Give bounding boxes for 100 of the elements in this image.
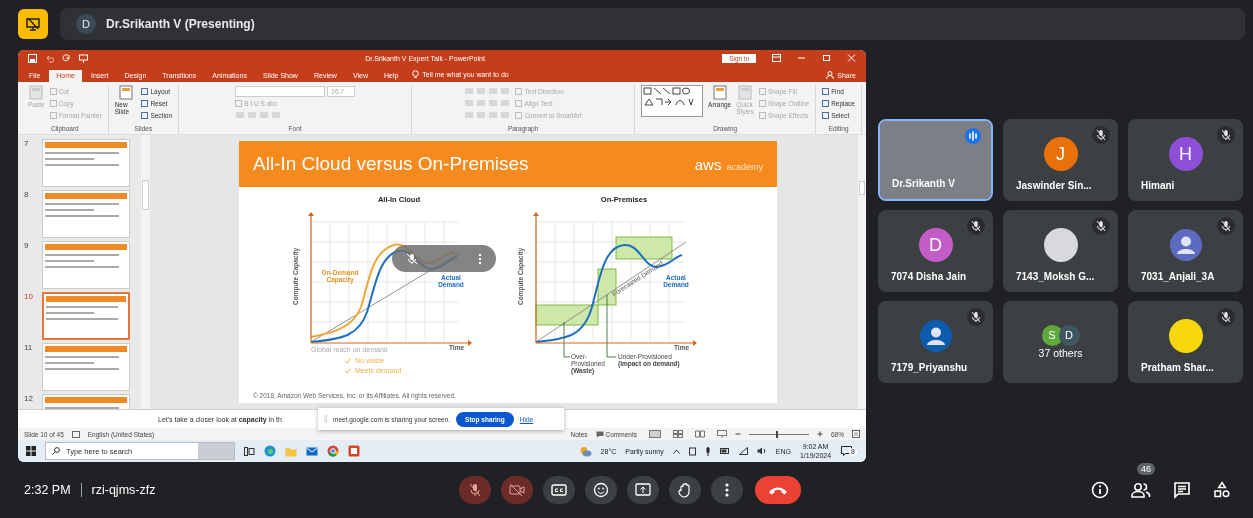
slideshow-icon[interactable] (717, 430, 727, 438)
participant-name: 7179_Priyanshu (891, 362, 968, 373)
mic-icon[interactable] (704, 446, 711, 456)
save-icon[interactable] (28, 53, 37, 63)
battery-icon[interactable] (719, 448, 730, 454)
redo-icon[interactable] (62, 53, 71, 63)
mic-off-icon (468, 483, 482, 497)
present-button[interactable] (627, 476, 659, 504)
leader-line (563, 321, 571, 358)
drag-handle-icon[interactable] (324, 415, 327, 423)
avatar: D (76, 14, 96, 34)
emoji-button[interactable] (585, 476, 617, 504)
slide-sorter-icon[interactable] (673, 430, 683, 438)
lightbulb-icon (412, 70, 420, 79)
reading-view-icon[interactable] (695, 430, 705, 438)
more-icon[interactable] (478, 252, 482, 265)
mic-off-button[interactable] (459, 476, 491, 504)
ribbon-display-icon[interactable] (772, 54, 781, 62)
mic-off-icon[interactable] (406, 252, 418, 265)
slide-thumbnail[interactable] (42, 190, 130, 238)
avatar (1043, 228, 1078, 262)
hand-icon (678, 482, 692, 498)
slide-title: All-In Cloud versus On-Premises (253, 153, 529, 175)
slide-number: 11 (24, 343, 34, 354)
shapes-gallery[interactable] (641, 85, 704, 117)
participant-tile[interactable]: 7143_Moksh G... (1003, 210, 1118, 292)
browser-icon[interactable] (264, 445, 276, 457)
square-icon (49, 87, 57, 95)
speaking-indicator-icon (965, 128, 981, 144)
emoji-icon (593, 482, 609, 498)
raise-hand-button[interactable] (669, 476, 701, 504)
more-options-button[interactable] (711, 476, 743, 504)
participant-name: 7031_Anjali_3A (1141, 271, 1215, 282)
participant-tile[interactable]: D 7074 Disha Jain (878, 210, 993, 292)
fit-to-window-icon[interactable] (852, 430, 860, 438)
square-icon (515, 111, 523, 119)
presentation-icon[interactable] (18, 9, 48, 39)
camera-off-button[interactable] (501, 476, 533, 504)
square-icon (515, 99, 523, 107)
participant-name: 7143_Moksh G... (1016, 271, 1095, 282)
participant-tile[interactable]: Pratham Shar... (1128, 301, 1243, 383)
person-icon (826, 71, 835, 79)
font-name-field[interactable] (235, 85, 326, 97)
avatar: D (1058, 324, 1080, 346)
square-icon (758, 87, 766, 95)
phone-hang-up-icon (768, 485, 788, 495)
square-icon (141, 111, 149, 119)
others-count: 37 others (1038, 347, 1083, 359)
slide-number: 10 (24, 292, 34, 303)
chat-icon[interactable] (1173, 481, 1191, 499)
people-icon[interactable] (1131, 482, 1151, 498)
mail-icon[interactable] (306, 445, 318, 457)
spellcheck-icon[interactable] (71, 430, 80, 438)
others-tile[interactable]: S D 37 others (1003, 301, 1118, 383)
task-view-icon[interactable] (244, 446, 255, 456)
captions-button[interactable] (543, 476, 575, 504)
speaker-icon[interactable] (756, 447, 767, 455)
avatar: S (1041, 324, 1063, 346)
maximize-icon[interactable] (822, 54, 831, 62)
slide-thumbnail[interactable] (42, 343, 130, 391)
slideshow-icon[interactable] (79, 53, 88, 63)
zoom-out-icon[interactable] (735, 431, 741, 437)
participant-tile[interactable]: H Himani (1128, 119, 1243, 201)
logo-wordmark: aws (694, 155, 722, 173)
scrollbar[interactable] (141, 135, 150, 409)
meeting-code: rzi-qjms-zfz (91, 483, 156, 497)
participant-name: 7074 Disha Jain (891, 271, 967, 282)
slide-thumbnail[interactable] (42, 139, 130, 187)
document-icon (712, 85, 727, 100)
caret-up-icon[interactable] (672, 448, 680, 454)
participant-tile[interactable]: 7031_Anjali_3A (1128, 210, 1243, 292)
close-icon[interactable] (847, 54, 856, 62)
presentation-app-icon[interactable] (348, 445, 360, 457)
minimize-icon[interactable] (797, 54, 806, 62)
chrome-icon[interactable] (327, 445, 339, 457)
end-call-button[interactable] (755, 476, 801, 504)
slide-number: 7 (24, 139, 30, 150)
square-icon (515, 87, 523, 95)
square-icon (141, 99, 149, 107)
participant-tile[interactable]: 7179_Priyanshu (878, 301, 993, 383)
square-icon (822, 99, 830, 107)
activities-icon[interactable] (1213, 481, 1231, 499)
meeting-time: 2:32 PM (24, 483, 71, 497)
slide-thumbnail[interactable] (42, 241, 130, 289)
info-icon[interactable] (1091, 481, 1109, 499)
participant-name: Himani (1141, 180, 1175, 191)
scrollbar[interactable] (858, 135, 866, 409)
windows-logo-icon[interactable] (26, 446, 36, 456)
document-icon (738, 85, 753, 100)
undo-icon[interactable] (45, 53, 54, 63)
document-icon (29, 85, 44, 100)
weather-icon[interactable] (578, 445, 592, 457)
normal-view-icon[interactable] (649, 430, 661, 438)
more-icon (725, 483, 729, 497)
participant-tile[interactable]: Dr.Srikanth V (878, 119, 993, 201)
search-icon (52, 447, 60, 455)
participant-tile[interactable]: J Jaswinder Sin... (1003, 119, 1118, 201)
zoom-in-icon[interactable] (817, 431, 823, 437)
camera-off-icon (509, 483, 525, 497)
slide-thumbnail[interactable] (42, 292, 130, 340)
